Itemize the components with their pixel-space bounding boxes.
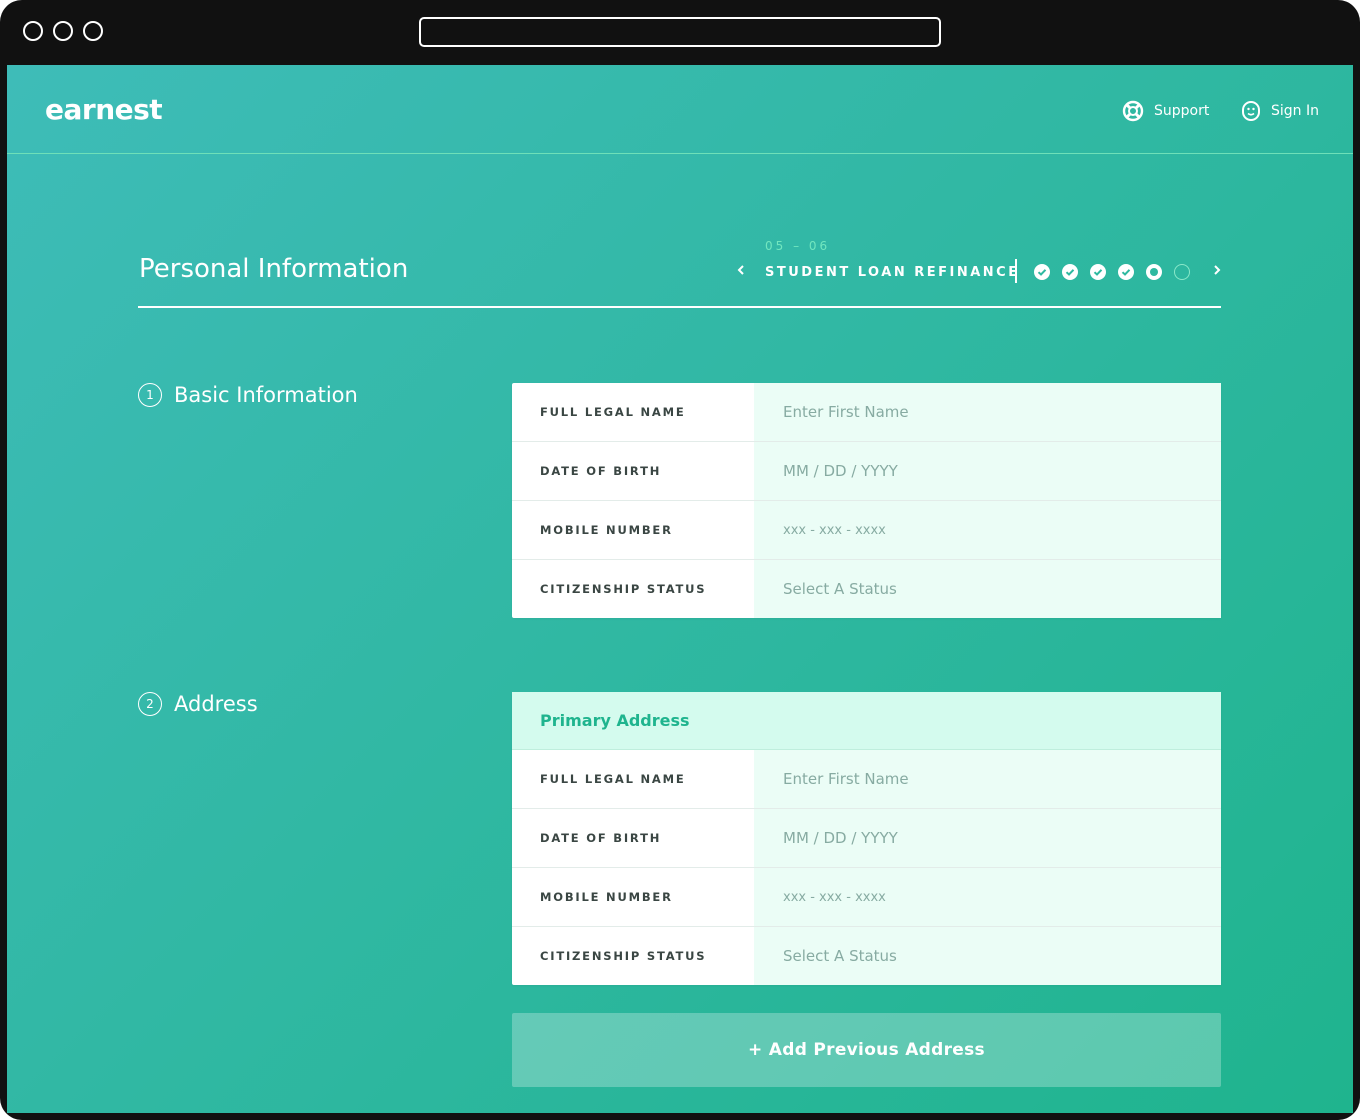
address-form: Primary Address FULL LEGAL NAME DATE OF … — [512, 692, 1221, 985]
mobile-number-input[interactable] — [754, 501, 1221, 559]
field-label: MOBILE NUMBER — [540, 890, 673, 904]
form-row-citizenship-status: CITIZENSHIP STATUS — [512, 560, 1221, 618]
progress-dot-5 — [1146, 264, 1162, 280]
earnest-logo[interactable]: earnest — [45, 93, 163, 126]
field-label: CITIZENSHIP STATUS — [540, 582, 707, 596]
citizenship-status-select[interactable] — [754, 560, 1221, 618]
support-label: Support — [1154, 103, 1210, 119]
basic-information-form: FULL LEGAL NAME DATE OF BIRTH MOBILE NUM… — [512, 383, 1221, 618]
primary-address-header: Primary Address — [512, 692, 1221, 750]
section-number-badge: 2 — [138, 692, 162, 716]
browser-window: earnest Support Sign In Personal Informa… — [0, 0, 1360, 1120]
site-header: earnest Support Sign In — [7, 65, 1353, 154]
support-link[interactable]: Support — [1122, 100, 1209, 122]
field-label: DATE OF BIRTH — [540, 464, 662, 478]
sign-in-link[interactable]: Sign In — [1241, 100, 1319, 122]
face-icon — [1241, 100, 1261, 122]
chevron-right-icon[interactable] — [1212, 262, 1222, 282]
form-row-mobile-number: MOBILE NUMBER — [512, 501, 1221, 560]
form-row-date-of-birth: DATE OF BIRTH — [512, 809, 1221, 868]
progress-dot-6 — [1174, 264, 1190, 280]
close-window-button[interactable] — [23, 21, 43, 41]
progress-dot-3-check-icon — [1090, 264, 1106, 280]
form-row-mobile-number: MOBILE NUMBER — [512, 868, 1221, 927]
progress-dot-1-check-icon — [1034, 264, 1050, 280]
add-previous-address-button[interactable]: + Add Previous Address — [512, 1013, 1221, 1087]
minimize-window-button[interactable] — [53, 21, 73, 41]
progress-dots — [1034, 264, 1190, 280]
field-label: FULL LEGAL NAME — [540, 772, 686, 786]
address-full-legal-name-input[interactable] — [754, 750, 1221, 808]
address-mobile-number-input[interactable] — [754, 868, 1221, 926]
step-name: STUDENT LOAN REFINANCE — [765, 265, 1020, 280]
step-number: 05 – 06 — [765, 239, 831, 253]
browser-titlebar — [0, 0, 1360, 62]
form-row-citizenship-status: CITIZENSHIP STATUS — [512, 927, 1221, 985]
address-bar[interactable] — [419, 17, 941, 47]
page-title: Personal Information — [139, 254, 409, 284]
lifebuoy-icon — [1122, 100, 1144, 122]
section-title: Basic Information — [174, 383, 358, 407]
progress-dot-4-check-icon — [1118, 264, 1134, 280]
field-label: FULL LEGAL NAME — [540, 405, 686, 419]
form-row-full-legal-name: FULL LEGAL NAME — [512, 383, 1221, 442]
field-label: DATE OF BIRTH — [540, 831, 662, 845]
step-divider — [1015, 259, 1017, 283]
page-heading-bar: Personal Information 05 – 06 STUDENT LOA… — [138, 225, 1221, 308]
section-address: 2 Address — [138, 692, 258, 716]
full-legal-name-input[interactable] — [754, 383, 1221, 441]
sign-in-label: Sign In — [1271, 103, 1319, 119]
form-row-date-of-birth: DATE OF BIRTH — [512, 442, 1221, 501]
chevron-left-icon[interactable] — [736, 262, 746, 282]
section-number-badge: 1 — [138, 383, 162, 407]
form-row-full-legal-name: FULL LEGAL NAME — [512, 750, 1221, 809]
address-citizenship-status-select[interactable] — [754, 927, 1221, 985]
field-label: CITIZENSHIP STATUS — [540, 949, 707, 963]
page-viewport: earnest Support Sign In Personal Informa… — [7, 65, 1353, 1113]
section-basic-information: 1 Basic Information — [138, 383, 358, 407]
progress-dot-2-check-icon — [1062, 264, 1078, 280]
date-of-birth-input[interactable] — [754, 442, 1221, 500]
maximize-window-button[interactable] — [83, 21, 103, 41]
section-title: Address — [174, 692, 258, 716]
address-date-of-birth-input[interactable] — [754, 809, 1221, 867]
field-label: MOBILE NUMBER — [540, 523, 673, 537]
